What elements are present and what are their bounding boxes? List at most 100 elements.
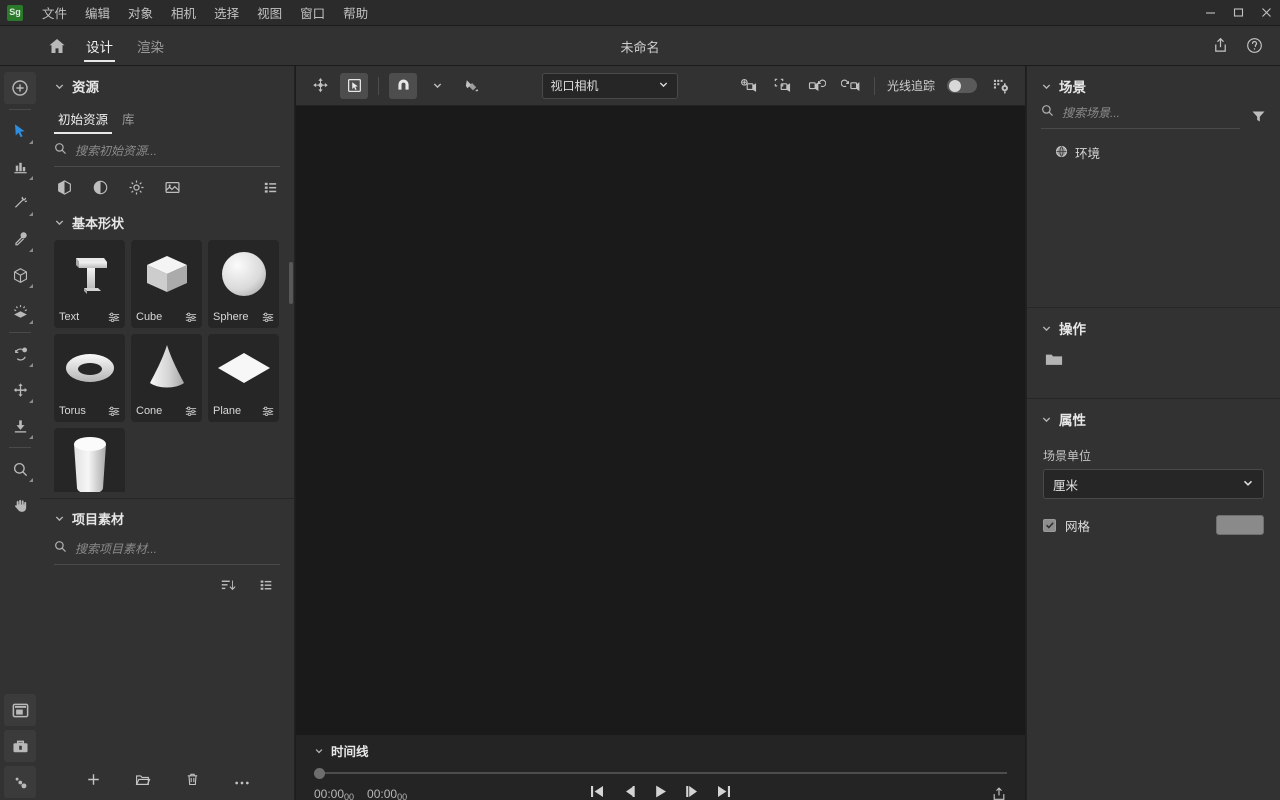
shape-card-cone[interactable]: Cone	[131, 334, 202, 422]
actions-body	[1027, 346, 1280, 398]
raytracing-toggle[interactable]	[947, 78, 977, 93]
menu-window[interactable]: 窗口	[291, 0, 334, 25]
tab-render[interactable]: 渲染	[125, 26, 176, 66]
prev-camera-icon[interactable]	[802, 73, 830, 99]
select-arrow-icon[interactable]	[4, 115, 36, 147]
light-icon[interactable]	[4, 295, 36, 327]
skip-start-icon[interactable]	[589, 784, 605, 800]
orbit-icon[interactable]	[4, 338, 36, 370]
close-icon[interactable]	[1252, 0, 1280, 26]
subtab-library[interactable]: 库	[118, 106, 139, 136]
drop-to-floor-icon[interactable]	[4, 410, 36, 442]
properties-panel-header[interactable]: 属性	[1027, 399, 1280, 437]
shape-settings-icon[interactable]	[185, 405, 197, 417]
basic-shapes-header[interactable]: 基本形状	[40, 203, 294, 240]
chevron-down-icon	[54, 513, 65, 524]
viewport-canvas[interactable]	[296, 106, 1025, 734]
toolbox-icon[interactable]	[4, 730, 36, 762]
material-paint-icon[interactable]	[457, 73, 485, 99]
list-view-icon[interactable]	[256, 575, 276, 595]
frame-camera-icon[interactable]	[768, 73, 796, 99]
menu-file[interactable]: 文件	[33, 0, 76, 25]
shape-settings-icon[interactable]	[108, 311, 120, 323]
material-filter-icon[interactable]	[90, 177, 110, 197]
project-assets-header[interactable]: 项目素材	[40, 499, 294, 536]
share-icon[interactable]	[1206, 32, 1234, 60]
magnet-snap-icon[interactable]	[389, 73, 417, 99]
model-filter-icon[interactable]	[54, 177, 74, 197]
play-icon[interactable]	[653, 784, 668, 800]
home-icon[interactable]	[40, 29, 74, 63]
project-search-input[interactable]	[75, 542, 280, 556]
move-icon[interactable]	[4, 374, 36, 406]
filter-icon[interactable]	[1248, 107, 1268, 127]
more-icon[interactable]	[234, 773, 250, 791]
timeline-track[interactable]	[314, 768, 1007, 778]
menu-object[interactable]: 对象	[119, 0, 162, 25]
shape-card-sphere[interactable]: Sphere	[208, 240, 279, 328]
assets-panel-icon[interactable]	[4, 694, 36, 726]
sort-icon[interactable]	[218, 575, 238, 595]
tab-design[interactable]: 设计	[74, 26, 125, 66]
grid-color-swatch[interactable]	[1216, 515, 1264, 535]
camera-select[interactable]: 视口相机	[542, 73, 678, 99]
add-camera-icon[interactable]	[734, 73, 762, 99]
help-icon[interactable]	[1240, 32, 1268, 60]
scene-units-select[interactable]: 厘米	[1043, 469, 1264, 499]
menu-edit[interactable]: 编辑	[76, 0, 119, 25]
menu-select[interactable]: 选择	[205, 0, 248, 25]
image-filter-icon[interactable]	[162, 177, 182, 197]
shape-settings-icon[interactable]	[185, 311, 197, 323]
step-forward-icon[interactable]	[684, 784, 700, 800]
transform-gizmo-icon[interactable]	[306, 73, 334, 99]
shape-card-torus[interactable]: Torus	[54, 334, 125, 422]
shape-settings-icon[interactable]	[262, 311, 274, 323]
folder-open-icon[interactable]	[135, 772, 151, 793]
timeline-playhead[interactable]	[314, 768, 325, 779]
shape-card-cube[interactable]: Cube	[131, 240, 202, 328]
subtab-starter-assets[interactable]: 初始资源	[54, 106, 112, 136]
eyedropper-icon[interactable]	[4, 223, 36, 255]
trash-icon[interactable]	[185, 772, 200, 792]
scene-panel-header[interactable]: 场景	[1027, 66, 1280, 104]
grid-checkbox[interactable]	[1043, 519, 1056, 532]
select-rect-icon[interactable]	[340, 73, 368, 99]
list-view-icon[interactable]	[260, 177, 280, 197]
actions-panel-header[interactable]: 操作	[1027, 308, 1280, 346]
menu-help[interactable]: 帮助	[334, 0, 377, 25]
assets-panel-header[interactable]: 资源	[40, 66, 294, 104]
skip-end-icon[interactable]	[716, 784, 732, 800]
magic-wand-icon[interactable]	[4, 187, 36, 219]
timeline-header[interactable]: 时间线	[296, 735, 1025, 760]
zoom-icon[interactable]	[4, 453, 36, 485]
scrollbar-thumb[interactable]	[289, 262, 293, 304]
render-settings-icon[interactable]	[987, 73, 1015, 99]
cube-icon[interactable]	[4, 259, 36, 291]
shape-settings-icon[interactable]	[262, 405, 274, 417]
minimize-icon[interactable]	[1196, 0, 1224, 26]
hand-icon[interactable]	[4, 489, 36, 521]
grid-label: 网格	[1065, 516, 1090, 535]
snap-chevron-down-icon[interactable]	[423, 73, 451, 99]
properties-icon[interactable]	[4, 766, 36, 798]
shape-card-plane[interactable]: Plane	[208, 334, 279, 422]
export-icon[interactable]	[991, 786, 1007, 800]
add-icon[interactable]	[86, 772, 101, 792]
scene-item-environment[interactable]: 环境	[1027, 139, 1280, 166]
folder-icon[interactable]	[1045, 354, 1063, 371]
tool-flyout-corner	[29, 478, 33, 482]
next-camera-icon[interactable]	[836, 73, 864, 99]
scale-icon[interactable]	[4, 151, 36, 183]
shape-card-text[interactable]: Text	[54, 240, 125, 328]
menu-camera[interactable]: 相机	[162, 0, 205, 25]
shapes-scrollbar[interactable]	[288, 240, 294, 492]
maximize-icon[interactable]	[1224, 0, 1252, 26]
add-icon[interactable]	[4, 72, 36, 104]
shape-settings-icon[interactable]	[108, 405, 120, 417]
step-back-icon[interactable]	[621, 784, 637, 800]
light-filter-icon[interactable]	[126, 177, 146, 197]
assets-search-input[interactable]	[75, 144, 280, 158]
shape-card-cylinder[interactable]	[54, 428, 125, 492]
menu-view[interactable]: 视图	[248, 0, 291, 25]
scene-search-input[interactable]	[1062, 106, 1240, 120]
